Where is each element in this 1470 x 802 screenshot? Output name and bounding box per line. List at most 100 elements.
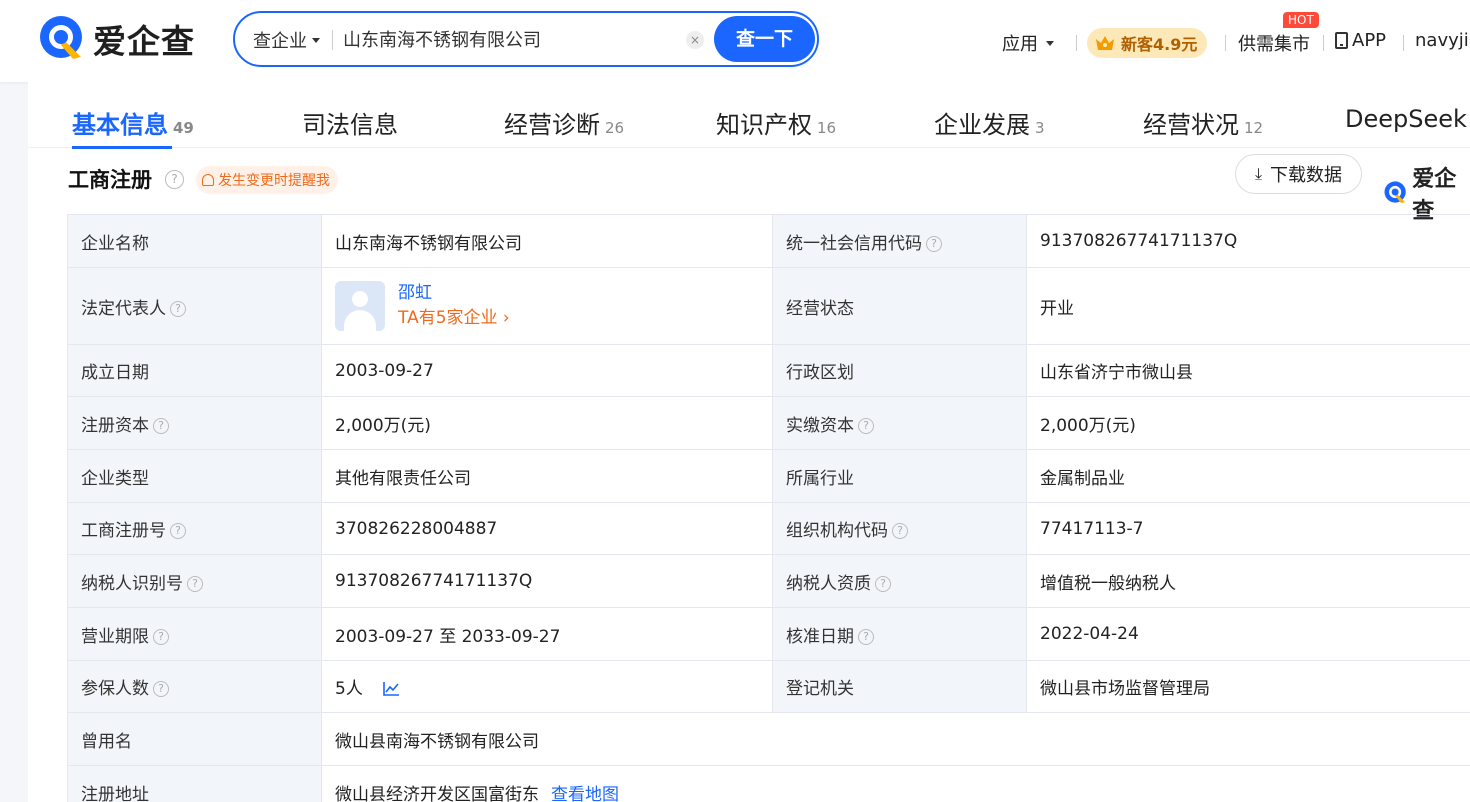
insured-label-cell: 参保人数?	[67, 660, 322, 713]
tab-operations[interactable]: 经营状况 12	[1143, 105, 1263, 140]
industry-value: 金属制品业	[1026, 449, 1470, 503]
tab-basic-info[interactable]: 基本信息 49	[72, 105, 194, 140]
help-icon[interactable]: ?	[858, 628, 874, 645]
address-value-cell: 微山县经济开发区国富街东 查看地图	[321, 765, 1470, 802]
founded-label: 成立日期	[67, 344, 322, 397]
term-label-cell: 营业期限?	[67, 607, 322, 661]
search-button[interactable]: 查一下	[714, 16, 815, 62]
apps-menu[interactable]: 应用	[1002, 30, 1054, 56]
term-label: 营业期限	[81, 626, 149, 647]
help-icon[interactable]: ?	[153, 681, 169, 697]
download-button[interactable]: ⤓ 下载数据	[1235, 154, 1362, 194]
type-value: 其他有限责任公司	[321, 449, 773, 503]
paid-capital-label-cell: 实缴资本?	[772, 396, 1027, 450]
help-icon[interactable]: ?	[875, 575, 891, 592]
status-value: 开业	[1026, 267, 1470, 345]
region-value: 山东省济宁市微山县	[1026, 344, 1470, 397]
view-map-link[interactable]: 查看地图	[551, 785, 619, 802]
divider	[1323, 35, 1324, 51]
status-label: 经营状态	[772, 267, 1027, 345]
app-label: APP	[1352, 30, 1387, 51]
hot-badge: HOT	[1283, 12, 1319, 28]
phone-icon	[1335, 32, 1348, 49]
search-input[interactable]	[343, 23, 673, 55]
help-icon[interactable]: ?	[170, 523, 186, 539]
tab-deepseek[interactable]: DeepSeek	[1345, 105, 1467, 133]
logo[interactable]: 爱企查	[37, 13, 195, 65]
reg-no-label: 工商注册号	[81, 521, 166, 541]
credit-code-label-cell: 统一社会信用代码?	[772, 214, 1027, 268]
company-name-value: 山东南海不锈钢有限公司	[321, 214, 773, 268]
tab-label: 知识产权	[716, 111, 812, 139]
company-name-label: 企业名称	[67, 214, 322, 268]
app-link[interactable]: APP	[1335, 30, 1386, 51]
divider	[1403, 35, 1404, 51]
tab-label: DeepSeek	[1345, 105, 1467, 133]
trend-chart-icon[interactable]	[382, 681, 400, 697]
reg-capital-label-cell: 注册资本?	[67, 396, 322, 450]
tax-id-label: 纳税人识别号	[81, 573, 183, 594]
approved-label: 核准日期	[786, 626, 854, 647]
insured-label: 参保人数	[81, 679, 149, 699]
type-label: 企业类型	[67, 449, 322, 503]
tab-bar: 基本信息 49 司法信息 经营诊断 26 知识产权 16 企业发展 3 经营状况 12 D…	[28, 96, 1470, 148]
reg-capital-label: 注册资本	[81, 415, 149, 436]
tax-id-value: 91370826774171137Q	[321, 554, 773, 608]
term-value: 2003-09-27 至 2033-09-27	[321, 607, 773, 661]
logo-icon	[1384, 181, 1406, 204]
legal-rep-name[interactable]: 邵虹	[398, 281, 510, 305]
legal-rep-label-cell: 法定代表人?	[67, 267, 322, 345]
remind-button[interactable]: 发生变更时提醒我	[196, 166, 338, 194]
former-name-label: 曾用名	[67, 712, 322, 766]
download-icon: ⤓	[1254, 164, 1263, 183]
promo-badge[interactable]: 新客4.9元	[1087, 28, 1208, 58]
table-row: 注册资本? 2,000万(元) 实缴资本? 2,000万(元)	[67, 396, 1470, 450]
clear-icon[interactable]: ×	[686, 31, 704, 49]
caret-down-icon	[312, 37, 320, 43]
tab-label: 基本信息	[72, 111, 168, 139]
help-icon[interactable]: ?	[892, 523, 908, 539]
credit-code-label: 统一社会信用代码	[786, 233, 922, 254]
logo-icon	[40, 16, 82, 59]
tab-label: 司法信息	[302, 111, 398, 139]
help-icon[interactable]: ?	[187, 575, 203, 592]
tab-label: 经营状况	[1143, 111, 1239, 139]
avatar[interactable]	[335, 281, 385, 331]
tab-count: 3	[1035, 119, 1045, 137]
tab-ip[interactable]: 知识产权 16	[716, 105, 836, 140]
legal-rep-companies-link[interactable]: TA有5家企业 ›	[398, 305, 510, 331]
top-header: 爱企查 查企业 × 查一下 应用 新客4.9元 供需集市 HOT APP nav…	[0, 0, 1470, 82]
registration-table: 企业名称 山东南海不锈钢有限公司 统一社会信用代码? 9137082677417…	[67, 214, 1470, 802]
authority-label: 登记机关	[772, 660, 1027, 713]
address-label: 注册地址	[67, 765, 322, 802]
help-icon[interactable]: ?	[926, 235, 942, 252]
org-code-value: 77417113-7	[1026, 502, 1470, 555]
tab-count: 16	[817, 119, 837, 137]
user-menu[interactable]: navyjia	[1415, 30, 1470, 51]
legal-rep-value: 邵虹 TA有5家企业 ›	[321, 267, 773, 345]
table-row: 企业名称 山东南海不锈钢有限公司 统一社会信用代码? 9137082677417…	[67, 214, 1470, 268]
crown-icon	[1096, 36, 1114, 50]
help-icon[interactable]: ?	[153, 628, 169, 645]
table-row: 纳税人识别号? 91370826774171137Q 纳税人资质? 增值税一般纳…	[67, 554, 1470, 608]
region-label: 行政区划	[772, 344, 1027, 397]
tax-id-label-cell: 纳税人识别号?	[67, 554, 322, 608]
address-value: 微山县经济开发区国富街东	[335, 784, 539, 802]
download-label: 下载数据	[1270, 165, 1343, 186]
help-icon[interactable]: ?	[858, 417, 874, 434]
help-icon[interactable]: ?	[153, 417, 169, 434]
table-row: 参保人数? 5人 登记机关 微山县市场监督管理局	[67, 660, 1470, 713]
tab-label: 企业发展	[934, 111, 1030, 139]
help-icon[interactable]: ?	[165, 170, 184, 189]
help-icon[interactable]: ?	[170, 300, 186, 317]
tab-diagnosis[interactable]: 经营诊断 26	[504, 105, 624, 140]
table-row: 成立日期 2003-09-27 行政区划 山东省济宁市微山县	[67, 344, 1470, 397]
table-row: 注册地址 微山县经济开发区国富街东 查看地图	[67, 765, 1470, 802]
remind-label: 发生变更时提醒我	[218, 173, 330, 189]
authority-value: 微山县市场监督管理局	[1026, 660, 1470, 713]
tab-development[interactable]: 企业发展 3	[934, 105, 1045, 140]
market-link[interactable]: 供需集市	[1238, 30, 1310, 56]
search-type-dropdown[interactable]: 查企业	[253, 27, 320, 53]
tab-judicial[interactable]: 司法信息	[302, 105, 398, 140]
promo-label: 新客4.9元	[1121, 35, 1198, 54]
